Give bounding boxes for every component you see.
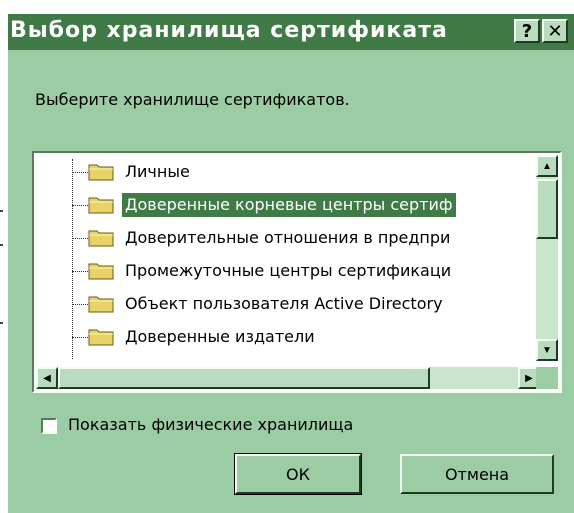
arrow-left-icon: ◀ [43, 372, 51, 384]
tree-item[interactable]: Личные [36, 159, 536, 185]
vertical-scroll-thumb[interactable] [536, 179, 558, 239]
edge-mark [0, 322, 3, 324]
arrow-up-icon: ▲ [542, 160, 552, 172]
title-bar[interactable]: Выбор хранилища сертификата ? ✕ [8, 14, 574, 50]
show-physical-stores-checkbox[interactable] [41, 418, 57, 434]
tree-item[interactable]: Доверенные корневые центры сертиф [36, 192, 536, 218]
tree-item-label: Доверенные издатели [125, 327, 315, 346]
dialog-title: Выбор хранилища сертификата [10, 18, 448, 43]
store-tree[interactable]: Личные Доверенные корневые центры сертиф Д… [32, 151, 562, 393]
folder-icon [88, 261, 114, 280]
horizontal-scroll-thumb[interactable] [58, 367, 430, 389]
arrow-down-icon: ▼ [542, 344, 552, 356]
cancel-button-label: Отмена [444, 464, 510, 484]
edge-mark [0, 244, 3, 246]
tree-item-label: Личные [125, 162, 190, 181]
tree-item-label: Доверительные отношения в предпри [125, 228, 451, 247]
tree-item[interactable]: Доверительные отношения в предпри [36, 225, 536, 251]
help-button[interactable]: ? [514, 19, 540, 43]
folder-icon [88, 162, 114, 181]
folder-icon [88, 195, 114, 214]
folder-icon [88, 327, 114, 346]
close-button[interactable]: ✕ [542, 19, 568, 43]
show-physical-stores-label[interactable]: Показать физические хранилища [68, 415, 353, 434]
edge-mark [0, 210, 3, 212]
tree-item-label: Промежуточные центры сертификаци [125, 261, 452, 280]
folder-icon [88, 228, 114, 247]
tree-item-label: Доверенные корневые центры сертиф [122, 193, 456, 217]
arrow-right-icon: ▶ [525, 372, 533, 384]
close-icon: ✕ [547, 20, 563, 42]
certificate-store-dialog: Выбор хранилища сертификата ? ✕ Выберите… [8, 14, 574, 513]
folder-icon [88, 294, 114, 313]
scrollbar-corner [536, 367, 558, 389]
scroll-down-button[interactable]: ▼ [536, 339, 558, 361]
ok-button[interactable]: ОК [234, 453, 362, 495]
prompt-text: Выберите хранилище сертификатов. [35, 90, 350, 109]
tree-item-label: Объект пользователя Active Directory [125, 294, 443, 313]
vertical-scrollbar[interactable]: ▲ ▼ [536, 155, 558, 361]
help-icon: ? [521, 20, 533, 42]
tree-item[interactable]: Объект пользователя Active Directory [36, 291, 536, 317]
ok-button-label: ОК [286, 464, 310, 484]
tree-item[interactable]: Промежуточные центры сертификаци [36, 258, 536, 284]
scroll-left-button[interactable]: ◀ [36, 367, 58, 389]
horizontal-scrollbar[interactable]: ◀ ▶ [36, 367, 540, 389]
scroll-up-button[interactable]: ▲ [536, 155, 558, 177]
tree-item[interactable]: Доверенные издатели [36, 324, 536, 350]
cancel-button[interactable]: Отмена [400, 454, 554, 494]
